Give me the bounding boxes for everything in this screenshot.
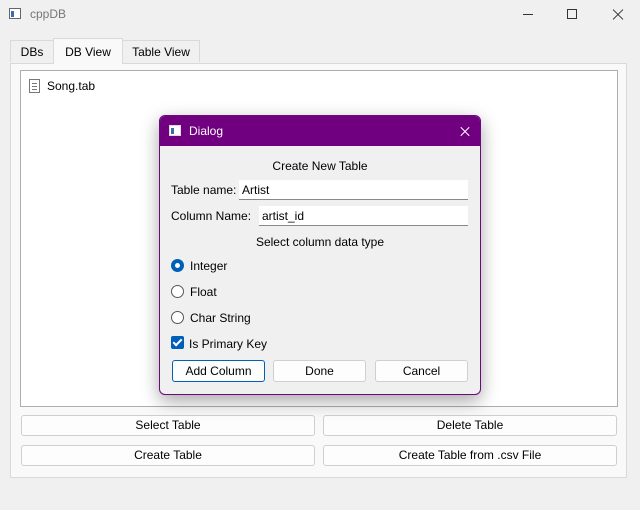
integer-label[interactable]: Integer — [190, 259, 227, 273]
title-bar: cppDB — [0, 0, 640, 30]
add-column-button[interactable]: Add Column — [172, 360, 265, 382]
maximize-icon[interactable] — [550, 0, 596, 30]
done-button[interactable]: Done — [273, 360, 366, 382]
file-item-song[interactable]: Song.tab — [47, 79, 95, 93]
window-title: cppDB — [30, 7, 67, 21]
app-icon — [9, 8, 21, 19]
dialog-close-icon[interactable] — [450, 116, 480, 146]
float-label[interactable]: Float — [190, 285, 217, 299]
dialog-app-icon — [169, 125, 181, 136]
integer-radio[interactable] — [171, 259, 184, 272]
create-table-button[interactable]: Create Table — [21, 445, 315, 466]
char-string-label[interactable]: Char String — [190, 311, 251, 325]
column-name-input[interactable] — [259, 206, 468, 226]
dialog-title-bar: Dialog — [160, 116, 480, 146]
create-table-from-csv-button[interactable]: Create Table from .csv File — [323, 445, 617, 466]
float-radio[interactable] — [171, 285, 184, 298]
dialog-heading: Create New Table — [272, 159, 368, 173]
char-string-radio[interactable] — [171, 311, 184, 324]
tab-table-view[interactable]: Table View — [122, 40, 200, 62]
create-table-dialog: Dialog Create New Table Table name: Colu… — [159, 115, 481, 395]
primary-key-label[interactable]: Is Primary Key — [189, 337, 267, 351]
document-icon — [29, 79, 40, 93]
table-name-label: Table name: — [171, 183, 237, 197]
minimize-icon[interactable] — [504, 0, 550, 30]
select-table-button[interactable]: Select Table — [21, 415, 315, 436]
tab-dbs[interactable]: DBs — [10, 40, 54, 62]
cancel-button[interactable]: Cancel — [375, 360, 468, 382]
primary-key-checkbox[interactable] — [171, 336, 184, 349]
dialog-title: Dialog — [189, 124, 224, 138]
close-icon[interactable] — [596, 0, 640, 30]
column-name-label: Column Name: — [171, 209, 252, 223]
table-name-input[interactable] — [239, 180, 468, 200]
data-type-heading: Select column data type — [255, 235, 385, 249]
tab-db-view[interactable]: DB View — [53, 38, 123, 64]
delete-table-button[interactable]: Delete Table — [323, 415, 617, 436]
